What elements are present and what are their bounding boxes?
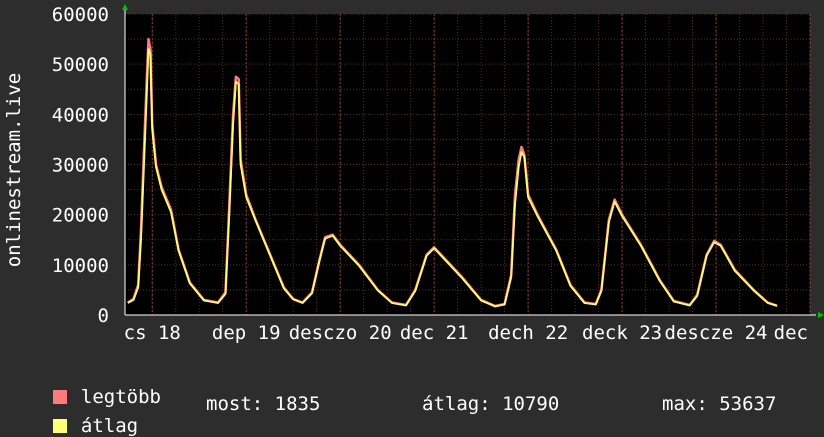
x-tick-label: descze 24 [665,322,768,344]
y-tick-label: 30000 [52,155,109,177]
y-tick-label: 40000 [52,104,109,126]
x-tick-label: dech 22 [488,322,568,344]
stat-now: most: 1835 [206,393,321,415]
stat-average: átlag: 10790 [422,393,560,415]
legend-item-avg: átlag [30,393,138,437]
legend-label-avg: átlag [80,415,139,437]
x-tick-label: dec 21 [400,322,469,344]
x-tick-label: cs 18 [124,322,181,344]
x-tick-label: deck 23 [582,322,662,344]
y-axis-arrow [122,4,128,10]
y-tick-label: 0 [98,305,109,327]
x-tick-label: dep 19 [212,322,281,344]
x-axis-arrow [818,312,824,318]
x-tick-label: dec [774,322,808,344]
y-tick-label: 60000 [52,4,109,26]
y-tick-label: 10000 [52,255,109,277]
chart: 0 10000 20000 30000 40000 50000 60000 cs 18 dep … [3,4,824,344]
x-tick-label: desczo 20 [289,322,392,344]
stat-max: max: 53637 [662,393,777,415]
y-tick-label: 20000 [52,205,109,227]
y-axis-label: onlinestream.live [3,73,25,267]
y-tick-label: 50000 [52,54,109,76]
legend-swatch-avg [52,419,67,433]
